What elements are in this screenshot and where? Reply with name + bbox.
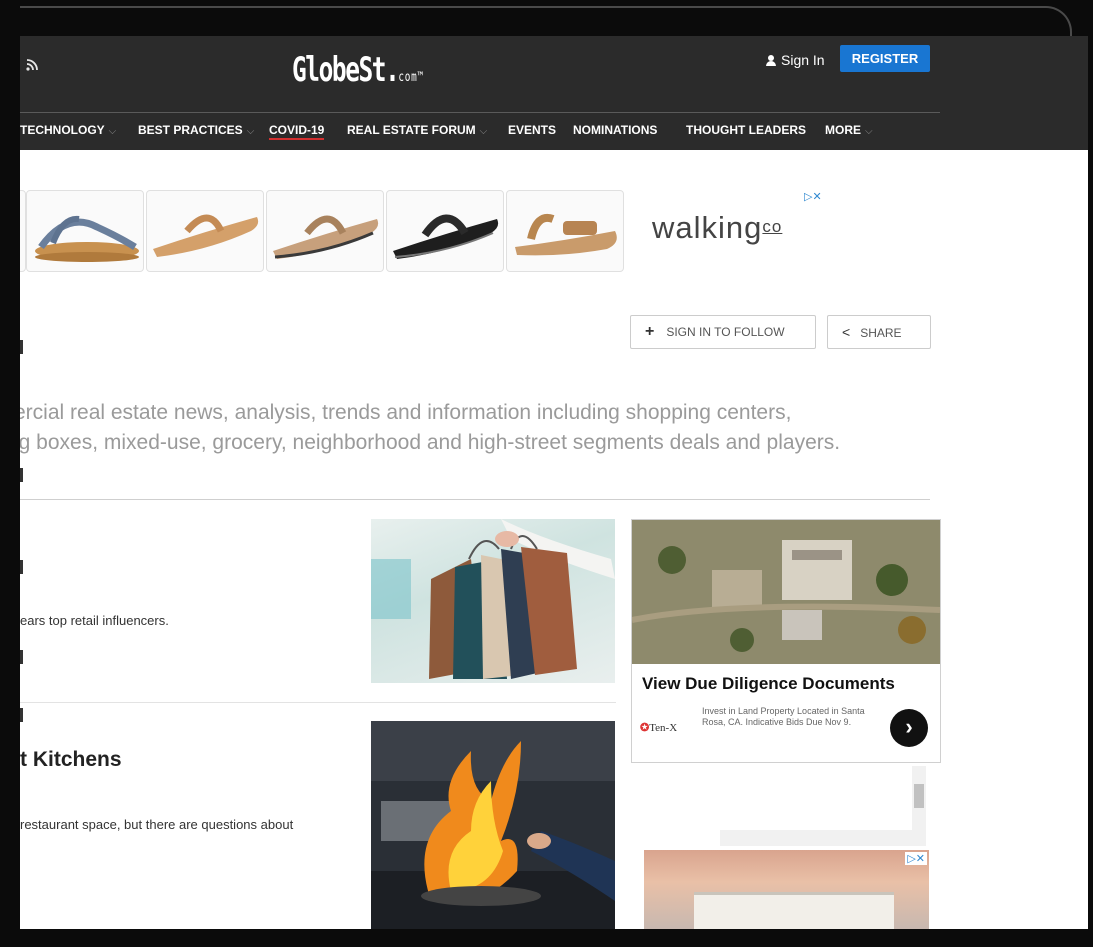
- tenx-logo: ✪Ten-X: [640, 721, 677, 734]
- hotel-building: [694, 892, 894, 930]
- window-bezel-right: [1088, 0, 1093, 947]
- scrollbar-thumb[interactable]: [914, 784, 924, 808]
- hotel-ad-image[interactable]: ▷✕: [644, 850, 929, 930]
- brand-suffix: co: [762, 217, 783, 236]
- aerial-property-image: [632, 520, 940, 664]
- article-snippet[interactable]: ears top retail influencers.: [20, 613, 169, 628]
- description-line: ig boxes, mixed-use, grocery, neighborho…: [20, 431, 841, 454]
- window-bezel-left: [0, 0, 20, 947]
- ad-title[interactable]: View Due Diligence Documents: [642, 674, 895, 694]
- sandal-tile[interactable]: [386, 190, 504, 272]
- nav-item-covid-19[interactable]: COVID-19: [269, 123, 325, 140]
- nav-item-nominations[interactable]: NOMINATIONS: [573, 123, 657, 137]
- window-bezel-top: [0, 0, 1093, 48]
- sign-in-link[interactable]: Sign In: [766, 52, 825, 68]
- tenx-mark-icon: ✪: [640, 722, 650, 734]
- shopping-bags-image[interactable]: [371, 519, 615, 683]
- sign-in-to-follow-button[interactable]: + SIGN IN TO FOLLOW: [630, 315, 816, 349]
- share-icon: <: [842, 324, 851, 340]
- article-snippet[interactable]: restaurant space, but there are question…: [20, 817, 293, 832]
- user-icon: [766, 55, 776, 66]
- sign-in-label: Sign In: [781, 52, 825, 68]
- nav-item-real-estate-forum[interactable]: REAL ESTATE FORUM ⌵: [347, 123, 487, 137]
- register-button[interactable]: REGISTER: [840, 45, 930, 72]
- clipped-edge-mark: [20, 340, 23, 354]
- article-divider: [20, 702, 616, 703]
- plus-icon: +: [645, 323, 655, 340]
- sponsor-name: Ten-X: [649, 722, 678, 734]
- section-divider: [20, 499, 930, 500]
- sponsored-ad-card[interactable]: View Due Diligence Documents ✪Ten-X Inve…: [631, 519, 941, 763]
- header-divider: [20, 112, 940, 113]
- adchoices-icon[interactable]: ▷✕: [905, 852, 927, 865]
- site-logo[interactable]: GlobeSt.com™: [292, 50, 424, 90]
- share-button[interactable]: < SHARE: [827, 315, 931, 349]
- ad-frame-scrollbar-vertical[interactable]: [912, 766, 926, 846]
- chevron-right-icon[interactable]: ›: [890, 709, 928, 747]
- ad-frame-scrollbar-horizontal[interactable]: [720, 830, 912, 846]
- nav-label: REAL ESTATE FORUM: [347, 123, 476, 137]
- nav-item-technology[interactable]: TECHNOLOGY ⌵: [20, 123, 116, 137]
- nav-label: TECHNOLOGY: [20, 123, 105, 137]
- logo-dot: .: [385, 50, 400, 90]
- chevron-down-icon: ⌵: [246, 126, 255, 137]
- ad-body: Invest in Land Property Located in Santa…: [702, 706, 865, 727]
- chevron-down-icon: ⌵: [108, 126, 117, 137]
- follow-label: SIGN IN TO FOLLOW: [666, 325, 785, 339]
- nav-label: COVID-19: [269, 123, 325, 137]
- nav-label: THOUGHT LEADERS: [686, 123, 806, 137]
- description-line: ercial real estate news, analysis, trend…: [20, 401, 792, 424]
- section-description: ercial real estate news, analysis, trend…: [20, 398, 974, 458]
- article-title[interactable]: t Kitchens: [20, 748, 122, 772]
- sandal-tile[interactable]: [146, 190, 264, 272]
- sandal-tile[interactable]: [266, 190, 384, 272]
- window-bezel-bottom: [0, 929, 1093, 947]
- share-label: SHARE: [860, 326, 902, 340]
- nav-label: BEST PRACTICES: [138, 123, 243, 137]
- nav-label: NOMINATIONS: [573, 123, 658, 137]
- sandal-tile[interactable]: [26, 190, 144, 272]
- nav-label: EVENTS: [508, 123, 557, 137]
- nav-label: MORE: [825, 123, 861, 137]
- kitchen-flames-image[interactable]: [371, 721, 615, 930]
- logo-suffix: com: [398, 70, 418, 85]
- nav-item-thought-leaders[interactable]: THOUGHT LEADERS: [686, 123, 806, 137]
- clipped-edge-mark: [20, 650, 23, 664]
- brand-text: walking: [652, 210, 763, 245]
- rss-icon[interactable]: [26, 58, 38, 76]
- clipped-edge-mark: [20, 708, 23, 722]
- sandal-ad-banner[interactable]: [20, 190, 626, 272]
- adchoices-icon[interactable]: ▷✕: [804, 190, 822, 203]
- logo-main: GlobeSt: [292, 50, 387, 90]
- logo-trademark: ™: [417, 70, 424, 85]
- site-header: GlobeSt.com™ Sign In REGISTER TECHNOLOGY…: [20, 36, 1088, 150]
- nav-item-best-practices[interactable]: BEST PRACTICES ⌵: [138, 123, 254, 137]
- sandal-tile[interactable]: [506, 190, 624, 272]
- page-content: ▷✕ walkingco + SIGN IN TO FOLLOW < SHARE e…: [20, 150, 1088, 930]
- chevron-down-icon: ⌵: [479, 126, 488, 137]
- walkingco-logo[interactable]: walkingco: [652, 210, 782, 246]
- clipped-edge-mark: [20, 468, 23, 482]
- nav-item-more[interactable]: MORE ⌵: [825, 123, 873, 137]
- clipped-edge-mark: [20, 560, 23, 574]
- chevron-down-icon: ⌵: [865, 126, 873, 137]
- nav-item-events[interactable]: EVENTS: [508, 123, 556, 137]
